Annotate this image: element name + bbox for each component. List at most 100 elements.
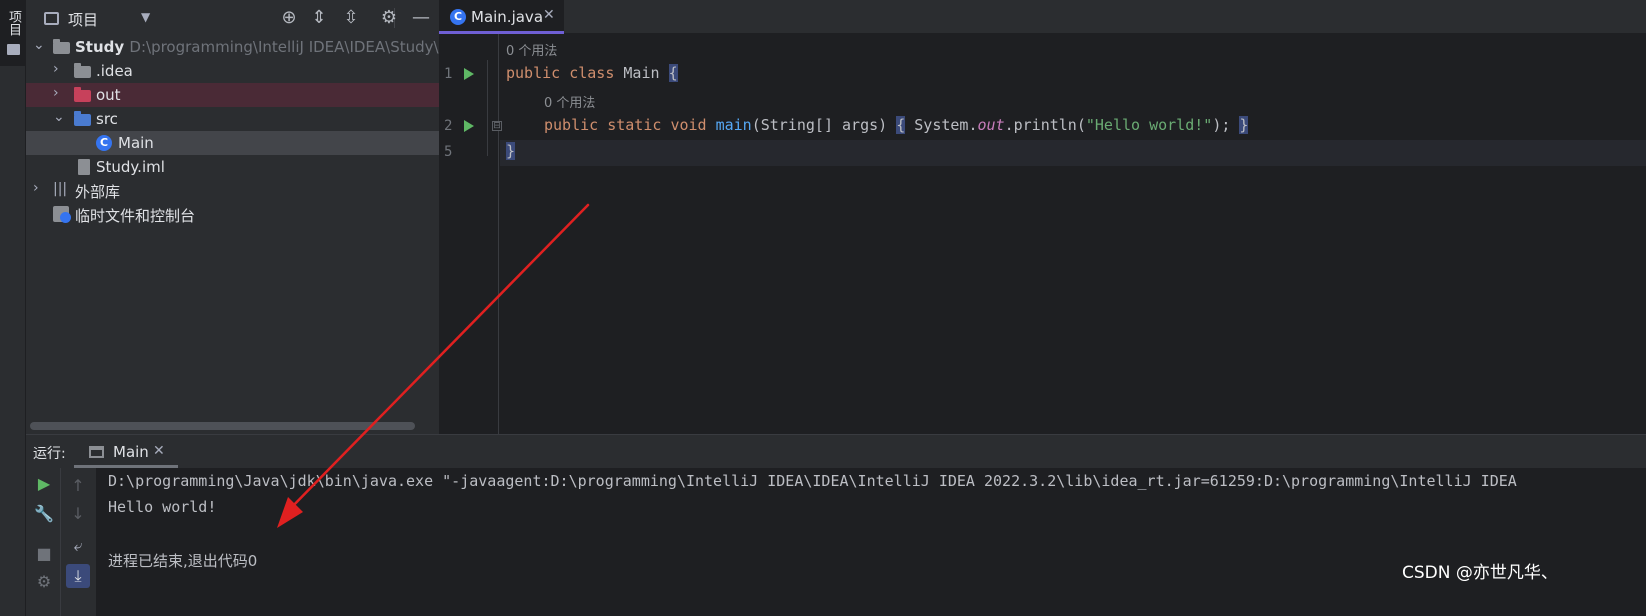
library-icon: ||| <box>53 181 68 197</box>
select-opened-file-icon[interactable]: ⊕ <box>278 7 300 29</box>
editor-gutter: 1 2 5 <box>439 34 499 434</box>
line-number: 1 <box>444 66 453 82</box>
code-token: out <box>977 116 1005 134</box>
toolbar-divider <box>60 468 61 616</box>
clock-icon <box>60 212 71 223</box>
wrench-icon[interactable]: 🔧 <box>32 502 56 526</box>
tree-item-label: src <box>96 110 118 128</box>
fold-icon[interactable]: ⊟ <box>492 121 502 131</box>
tool-window-strip: 项目 <box>0 0 26 616</box>
code-token: (String[] args) <box>751 116 888 134</box>
code-token: { <box>896 116 906 134</box>
fold-guide <box>487 60 488 156</box>
console-line: D:\programming\Java\jdk\bin\java.exe "-j… <box>108 472 1517 490</box>
tree-item-main[interactable]: C Main <box>26 131 459 155</box>
tree-item-label: .idea <box>96 62 133 80</box>
line-number: 2 <box>444 118 453 134</box>
tree-item-label: 临时文件和控制台 <box>75 207 196 225</box>
project-tool-label: 项目 <box>6 10 21 36</box>
chevron-down-icon[interactable]: ⌄ <box>53 109 65 125</box>
code-token: public <box>544 116 599 134</box>
folder-icon <box>7 44 20 55</box>
run-tab-main[interactable]: Main ✕ <box>74 435 178 468</box>
stop-icon[interactable]: ■ <box>32 542 56 566</box>
horizontal-scrollbar[interactable] <box>30 422 415 430</box>
gear-icon[interactable]: ⚙ <box>378 7 400 29</box>
source-folder-icon <box>74 111 91 126</box>
console-icon <box>89 446 104 458</box>
console-line: Hello world! <box>108 498 217 516</box>
java-class-icon: C <box>450 9 466 25</box>
console-output[interactable]: D:\programming\Java\jdk\bin\java.exe "-j… <box>108 468 1646 616</box>
expand-all-icon[interactable]: ⇕ <box>308 7 330 29</box>
project-panel: 项目 ▼ ⊕ ⇕ ⇳ ⚙ — ⌄ Study D:\programming\In… <box>26 0 464 456</box>
run-toolbar: ▶ 🔧 ■ ⚙ ↑ ↓ ⤶ ⤓ <box>26 468 96 616</box>
run-tool-window: 运行: Main ✕ ▶ 🔧 ■ ⚙ ↑ ↓ ⤶ ⤓ D:\programmin… <box>26 434 1646 616</box>
code-token: public <box>506 64 561 82</box>
code-token: System. <box>914 116 978 134</box>
code-token: Main <box>623 64 660 82</box>
run-panel-header: 运行: Main ✕ <box>26 435 1646 468</box>
chevron-down-icon[interactable]: ⌄ <box>33 37 45 53</box>
code-token: "Hello world!" <box>1085 116 1213 134</box>
current-line-highlight <box>500 140 1646 166</box>
project-panel-title[interactable]: 项目 <box>68 9 98 30</box>
arrow-down-icon[interactable]: ↓ <box>66 502 90 526</box>
rerun-icon[interactable]: ▶ <box>32 472 56 496</box>
code-line-2: public static void main(String[] args) {… <box>544 116 1249 134</box>
tree-item-label: 外部库 <box>75 183 121 201</box>
usage-hint[interactable]: 0 个用法 <box>544 92 595 111</box>
hide-panel-icon[interactable]: — <box>410 7 432 29</box>
close-icon[interactable]: ✕ <box>543 7 555 23</box>
iml-file-icon <box>78 159 90 175</box>
tree-item-label: Study <box>75 38 125 56</box>
line-number: 5 <box>444 144 453 160</box>
java-class-icon: C <box>96 135 112 151</box>
code-token: } <box>506 142 516 160</box>
settings-icon[interactable]: ⚙ <box>32 570 56 594</box>
chevron-right-icon[interactable]: › <box>53 85 59 101</box>
tree-item-label: Main <box>118 134 154 152</box>
chevron-right-icon[interactable]: › <box>53 61 59 77</box>
tree-item-idea[interactable]: › .idea <box>26 59 459 83</box>
tree-item-src[interactable]: ⌄ src <box>26 107 459 131</box>
code-token: static <box>607 116 662 134</box>
code-token: ); <box>1212 116 1231 134</box>
tree-item-scratches[interactable]: 临时文件和控制台 <box>26 202 459 226</box>
tree-item-label: out <box>96 86 121 104</box>
arrow-up-icon[interactable]: ↑ <box>66 474 90 498</box>
run-gutter-icon[interactable] <box>464 68 474 80</box>
run-gutter-icon[interactable] <box>464 120 474 132</box>
scroll-to-end-icon[interactable]: ⤓ <box>66 564 90 588</box>
tree-item-study[interactable]: ⌄ Study D:\programming\IntelliJ IDEA\IDE… <box>26 35 464 59</box>
code-token: .println( <box>1004 116 1086 134</box>
excluded-folder-icon <box>74 87 91 102</box>
tree-item-iml[interactable]: Study.iml <box>26 155 459 179</box>
chevron-down-icon[interactable]: ▼ <box>141 10 150 24</box>
run-tab-label: Main <box>113 443 149 461</box>
editor-tab-bar: C Main.java ✕ <box>439 0 1646 34</box>
tree-item-path: D:\programming\IntelliJ IDEA\IDEA\Study\… <box>129 38 464 56</box>
code-line-5: } <box>506 142 516 160</box>
project-tool-button[interactable]: 项目 <box>0 0 26 66</box>
close-icon[interactable]: ✕ <box>153 443 165 459</box>
module-folder-icon <box>53 39 70 54</box>
code-editor[interactable]: C Main.java ✕ 1 2 5 ⊟ 0 个用法 public class… <box>439 0 1646 434</box>
soft-wrap-icon[interactable]: ⤶ <box>66 534 90 558</box>
console-line: 进程已结束,退出代码0 <box>108 552 258 570</box>
code-token: void <box>670 116 707 134</box>
project-panel-header: 项目 ▼ ⊕ ⇕ ⇳ ⚙ — <box>26 0 459 36</box>
tree-item-label: Study.iml <box>96 158 165 176</box>
chevron-right-icon[interactable]: › <box>33 180 39 196</box>
watermark: CSDN @亦世凡华、 <box>1402 563 1558 583</box>
project-view-icon <box>44 12 59 25</box>
run-panel-label: 运行: <box>33 446 66 462</box>
tab-label: Main.java <box>471 8 544 26</box>
code-token: class <box>569 64 615 82</box>
tree-item-out[interactable]: › out <box>26 83 459 107</box>
tree-item-external-libraries[interactable]: › ||| 外部库 <box>26 178 459 202</box>
collapse-all-icon[interactable]: ⇳ <box>340 7 362 29</box>
usage-hint[interactable]: 0 个用法 <box>506 40 557 59</box>
folder-icon <box>74 63 91 78</box>
tab-main-java[interactable]: C Main.java ✕ <box>439 0 564 34</box>
